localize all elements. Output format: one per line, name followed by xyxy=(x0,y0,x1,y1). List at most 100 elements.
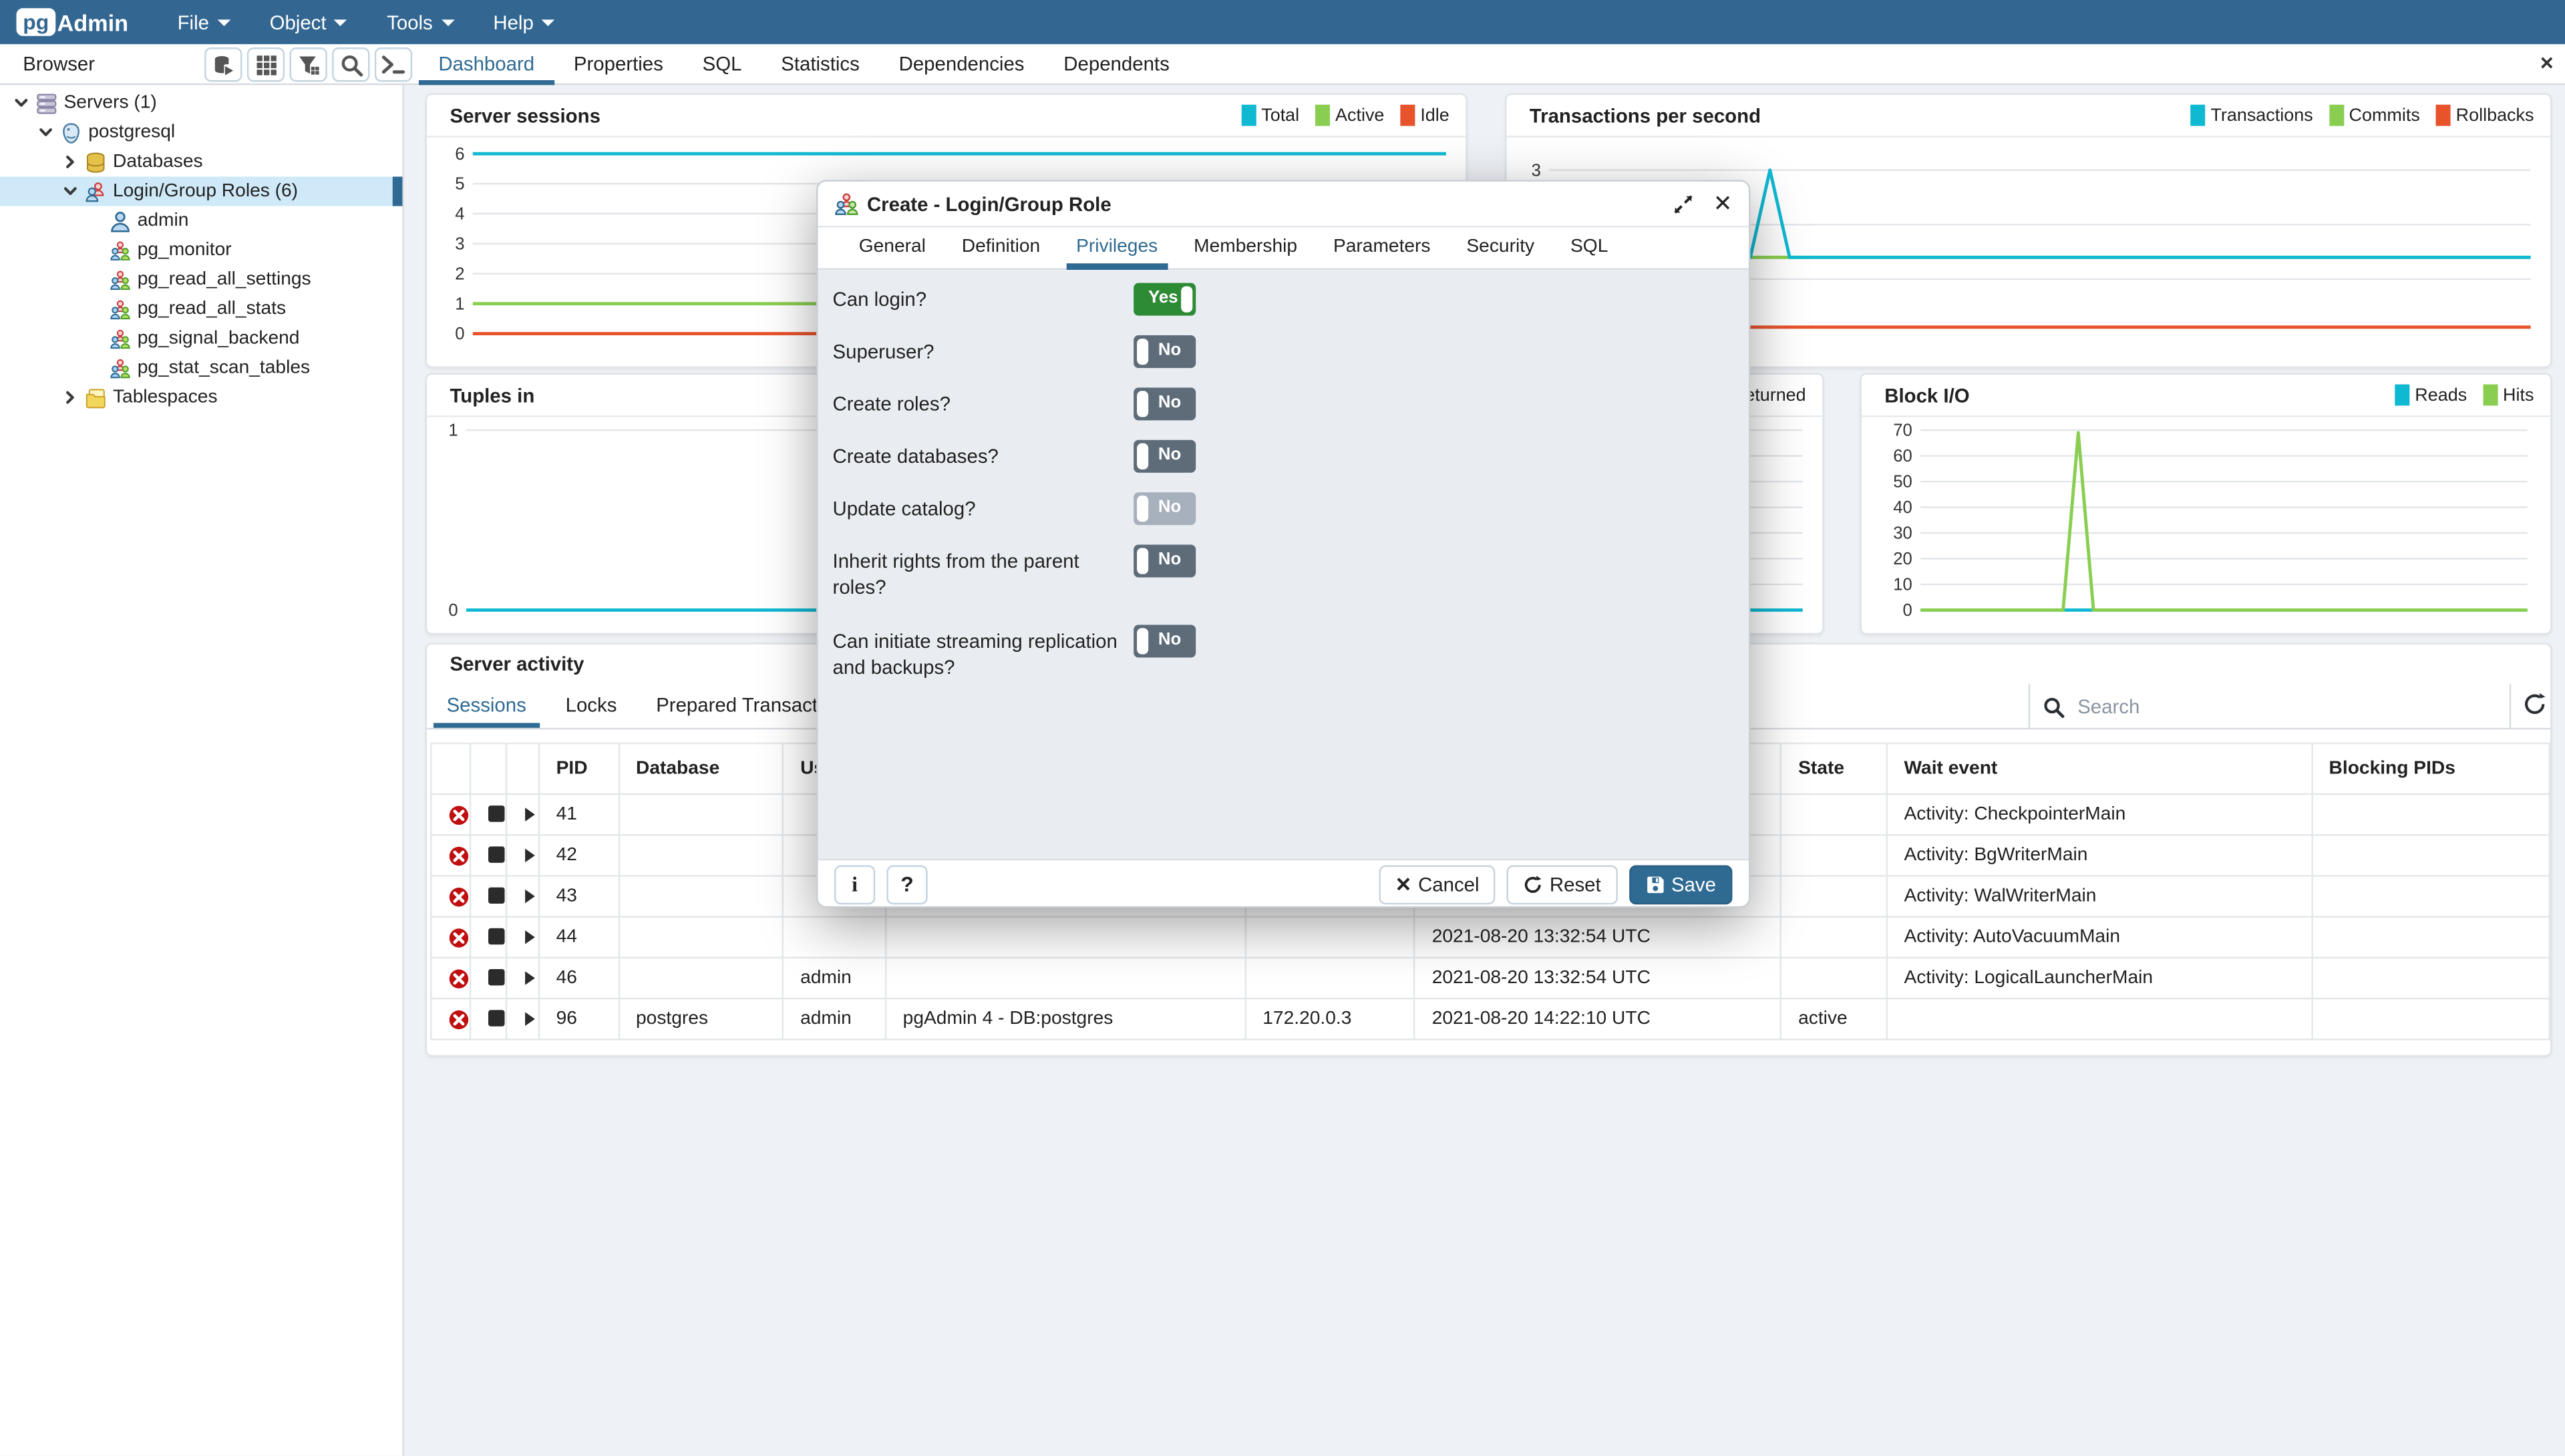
menu-tools[interactable]: Tools xyxy=(367,0,474,44)
dialog-close-icon[interactable]: ✕ xyxy=(1713,190,1733,218)
browser-tree-panel: Servers (1)postgresqlDatabasesLogin/Grou… xyxy=(0,85,404,1455)
activity-tab-locks[interactable]: Locks xyxy=(546,693,637,727)
terminate-session-icon[interactable] xyxy=(488,1010,506,1028)
menu-help[interactable]: Help xyxy=(474,0,574,44)
chart-title: Tuples in xyxy=(450,383,534,406)
chevron-right-icon[interactable] xyxy=(62,389,78,405)
grid-button[interactable] xyxy=(247,47,285,81)
logo-pg-badge: pg xyxy=(16,8,55,36)
dialog-tab-definition[interactable]: Definition xyxy=(944,237,1058,268)
search-icon xyxy=(339,53,362,76)
table-cell: 46 xyxy=(539,958,619,998)
close-icon[interactable]: × xyxy=(2540,49,2554,75)
server-connect-button[interactable] xyxy=(204,47,242,81)
cancel-session-icon[interactable] xyxy=(448,804,470,826)
reset-icon xyxy=(1524,874,1543,894)
terminal-button[interactable] xyxy=(375,47,412,81)
tab-statistics[interactable]: Statistics xyxy=(761,44,879,85)
details-expander-icon[interactable] xyxy=(524,970,537,986)
table-row[interactable]: 442021-08-20 13:32:54 UTCActivity: AutoV… xyxy=(431,917,2549,958)
legend-swatch xyxy=(1242,105,1256,126)
details-expander-icon[interactable] xyxy=(524,888,537,904)
tree-item-postgresql[interactable]: postgresql xyxy=(0,118,402,147)
table-cell xyxy=(2312,876,2550,916)
object-tree: Servers (1)postgresqlDatabasesLogin/Grou… xyxy=(0,85,402,412)
toggle-inherit-rights-from-the-parent-roles[interactable]: No xyxy=(1134,545,1196,578)
menu-object[interactable]: Object xyxy=(250,0,367,44)
expand-icon[interactable] xyxy=(1674,194,1693,213)
cancel-session-icon[interactable] xyxy=(448,926,470,948)
refresh-icon[interactable] xyxy=(2522,692,2547,717)
cancel-session-icon[interactable] xyxy=(448,845,470,866)
cancel-button[interactable]: ✕ Cancel xyxy=(1379,864,1496,904)
block-io-card: Block I/OReadsHits706050403020100 xyxy=(1860,373,2552,634)
chevron-down-icon[interactable] xyxy=(13,95,29,111)
menu-file[interactable]: File xyxy=(158,0,250,44)
toggle-can-initiate-streaming-replication-and-backups[interactable]: No xyxy=(1134,625,1196,658)
tree-item-databases[interactable]: Databases xyxy=(0,147,402,176)
dialog-tab-general[interactable]: General xyxy=(841,237,944,268)
search-button[interactable] xyxy=(332,47,369,81)
chart-title: Block I/O xyxy=(1884,383,1969,406)
terminate-session-icon[interactable] xyxy=(488,969,506,987)
toggle-can-login[interactable]: Yes xyxy=(1134,283,1196,316)
tree-item-label: Tablespaces xyxy=(113,387,218,407)
privileges-panel: Can login?YesSuperuser?NoCreate roles?No… xyxy=(818,270,1748,859)
tree-item-admin[interactable]: admin xyxy=(0,206,402,236)
table-cell: Activity: LogicalLauncherMain xyxy=(1887,958,2312,998)
terminate-session-icon[interactable] xyxy=(488,928,506,946)
table-row[interactable]: 96postgresadminpgAdmin 4 - DB:postgres17… xyxy=(431,998,2549,1039)
details-expander-icon[interactable] xyxy=(524,929,537,945)
terminate-session-icon[interactable] xyxy=(488,887,506,905)
toggle-superuser[interactable]: No xyxy=(1134,335,1196,368)
cancel-session-icon[interactable] xyxy=(448,968,470,989)
details-expander-icon[interactable] xyxy=(524,847,537,863)
svg-text:10: 10 xyxy=(1893,576,1912,594)
tree-item-tablespaces[interactable]: Tablespaces xyxy=(0,383,402,412)
tree-item-pg-read-all-settings[interactable]: pg_read_all_settings xyxy=(0,265,402,295)
chevron-right-icon[interactable] xyxy=(62,154,78,170)
toolbar-row: Browser DashboardPropertiesSQLStatistics… xyxy=(0,44,2565,85)
tab-dashboard[interactable]: Dashboard xyxy=(419,44,554,85)
tab-properties[interactable]: Properties xyxy=(554,44,683,85)
login-group-role-icon xyxy=(834,192,859,215)
save-button[interactable]: Save xyxy=(1629,864,1732,904)
table-row[interactable]: 46admin2021-08-20 13:32:54 UTCActivity: … xyxy=(431,958,2549,998)
dialog-tab-parameters[interactable]: Parameters xyxy=(1315,237,1448,268)
table-cell: Activity: CheckpointerMain xyxy=(1887,794,2312,835)
tree-item-pg-signal-backend[interactable]: pg_signal_backend xyxy=(0,324,402,353)
dialog-tab-sql[interactable]: SQL xyxy=(1552,237,1626,268)
cancel-session-icon[interactable] xyxy=(448,1009,470,1030)
cancel-session-icon[interactable] xyxy=(448,886,470,907)
tab-sql[interactable]: SQL xyxy=(683,44,761,85)
dialog-tab-membership[interactable]: Membership xyxy=(1176,237,1315,268)
tree-item-servers-1[interactable]: Servers (1) xyxy=(0,88,402,118)
activity-tab-sessions[interactable]: Sessions xyxy=(427,693,546,727)
terminal-icon xyxy=(381,54,406,75)
help-button[interactable]: ? xyxy=(886,864,927,904)
reset-button[interactable]: Reset xyxy=(1507,864,1617,904)
svg-text:40: 40 xyxy=(1893,498,1912,517)
tab-dependents[interactable]: Dependents xyxy=(1044,44,1189,85)
tab-dependencies[interactable]: Dependencies xyxy=(879,44,1044,85)
chevron-down-icon[interactable] xyxy=(37,124,53,140)
table-cell xyxy=(2312,917,2550,958)
chevron-down-icon[interactable] xyxy=(62,183,78,199)
filter-button[interactable] xyxy=(289,47,327,81)
dialog-tab-privileges[interactable]: Privileges xyxy=(1058,237,1176,268)
details-expander-icon[interactable] xyxy=(524,1011,537,1027)
sql-info-button[interactable]: i xyxy=(834,864,875,904)
table-cell xyxy=(1781,835,1886,876)
tree-item-pg-stat-scan-tables[interactable]: pg_stat_scan_tables xyxy=(0,353,402,383)
tree-item-login-group-roles-6[interactable]: Login/Group Roles (6) xyxy=(0,176,402,206)
dialog-tab-security[interactable]: Security xyxy=(1448,237,1552,268)
terminate-session-icon[interactable] xyxy=(488,805,506,824)
svg-text:30: 30 xyxy=(1893,524,1912,543)
tree-item-pg-read-all-stats[interactable]: pg_read_all_stats xyxy=(0,295,402,324)
search-input[interactable] xyxy=(2077,695,2453,718)
toggle-create-roles[interactable]: No xyxy=(1134,387,1196,420)
tree-item-pg-monitor[interactable]: pg_monitor xyxy=(0,236,402,265)
details-expander-icon[interactable] xyxy=(524,806,537,822)
toggle-create-databases[interactable]: No xyxy=(1134,440,1196,473)
terminate-session-icon[interactable] xyxy=(488,846,506,864)
